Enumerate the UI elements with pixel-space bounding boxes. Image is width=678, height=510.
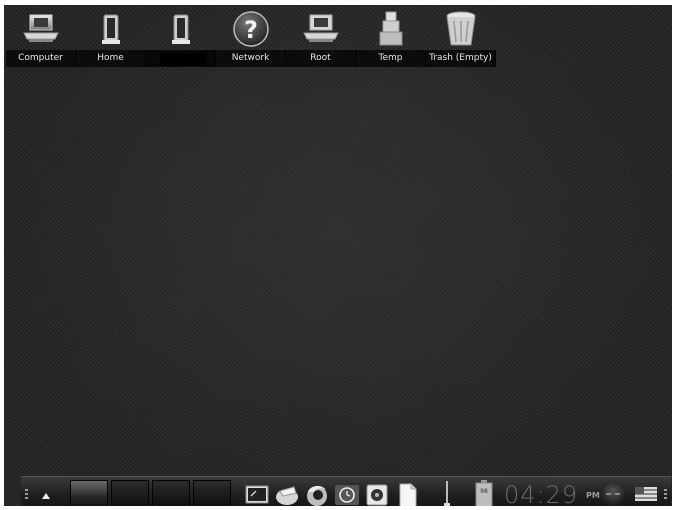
svg-text:?: ?	[244, 16, 258, 44]
clock-time[interactable]: 04:29	[504, 480, 578, 506]
temp-boxes-icon	[379, 11, 403, 46]
desktop-icon-temp[interactable]: Temp	[356, 5, 426, 67]
desktop-icon-label-redacted	[146, 50, 216, 67]
terminal-icon[interactable]	[244, 482, 270, 506]
desktop-icon-label: Computer	[6, 50, 76, 67]
virtual-desktop-2[interactable]	[111, 480, 149, 506]
desktop-icon-label: Temp	[356, 50, 426, 67]
network-question-icon: ?	[233, 11, 269, 47]
us-flag-icon[interactable]	[633, 477, 659, 506]
desktop-icon-computer[interactable]: Computer	[6, 5, 76, 67]
desktop-icon-label: Root	[286, 50, 356, 67]
desktop-icon-trash[interactable]: Trash (Empty)	[426, 5, 496, 67]
document-icon[interactable]	[394, 482, 420, 506]
desktop-icon-label: Trash (Empty)	[426, 50, 496, 67]
arrow-up-icon[interactable]	[39, 477, 53, 506]
desktop-icons: Computer Home ? Network Root Temp Trash …	[6, 5, 496, 67]
desktop-icon-root[interactable]: Root	[286, 5, 356, 67]
desktop-icon-label: Network	[216, 50, 286, 67]
mixer-slider-icon[interactable]	[440, 477, 454, 506]
virtual-desktop-3[interactable]	[152, 480, 190, 506]
network-monitor-icon[interactable]	[598, 477, 628, 506]
firefox-icon[interactable]	[304, 482, 330, 506]
computer-icon	[23, 14, 59, 42]
desktop-icon-redacted[interactable]	[146, 5, 216, 67]
speaker-icon[interactable]	[364, 482, 390, 506]
bottom-panel: 98 04:29 PM	[21, 476, 671, 506]
ink-brush-icon[interactable]	[274, 482, 300, 506]
home-door-icon	[102, 14, 120, 44]
desktop[interactable]: Computer Home ? Network Root Temp Trash …	[4, 5, 672, 506]
virtual-desktop-1[interactable]	[70, 480, 108, 506]
clock-app-icon[interactable]	[334, 482, 360, 506]
folder-door-icon	[172, 14, 190, 44]
desktop-icon-network[interactable]: ? Network	[216, 5, 286, 67]
root-computer-icon	[303, 14, 339, 42]
desktop-icon-home[interactable]: Home	[76, 5, 146, 67]
trash-empty-icon	[446, 11, 476, 46]
panel-grip-right[interactable]	[664, 489, 667, 501]
desktop-icon-label: Home	[76, 50, 146, 67]
battery-percent: 98	[480, 488, 488, 495]
battery-icon[interactable]: 98	[473, 477, 495, 506]
panel-grip-left[interactable]	[25, 489, 28, 501]
virtual-desktop-4[interactable]	[193, 480, 231, 506]
